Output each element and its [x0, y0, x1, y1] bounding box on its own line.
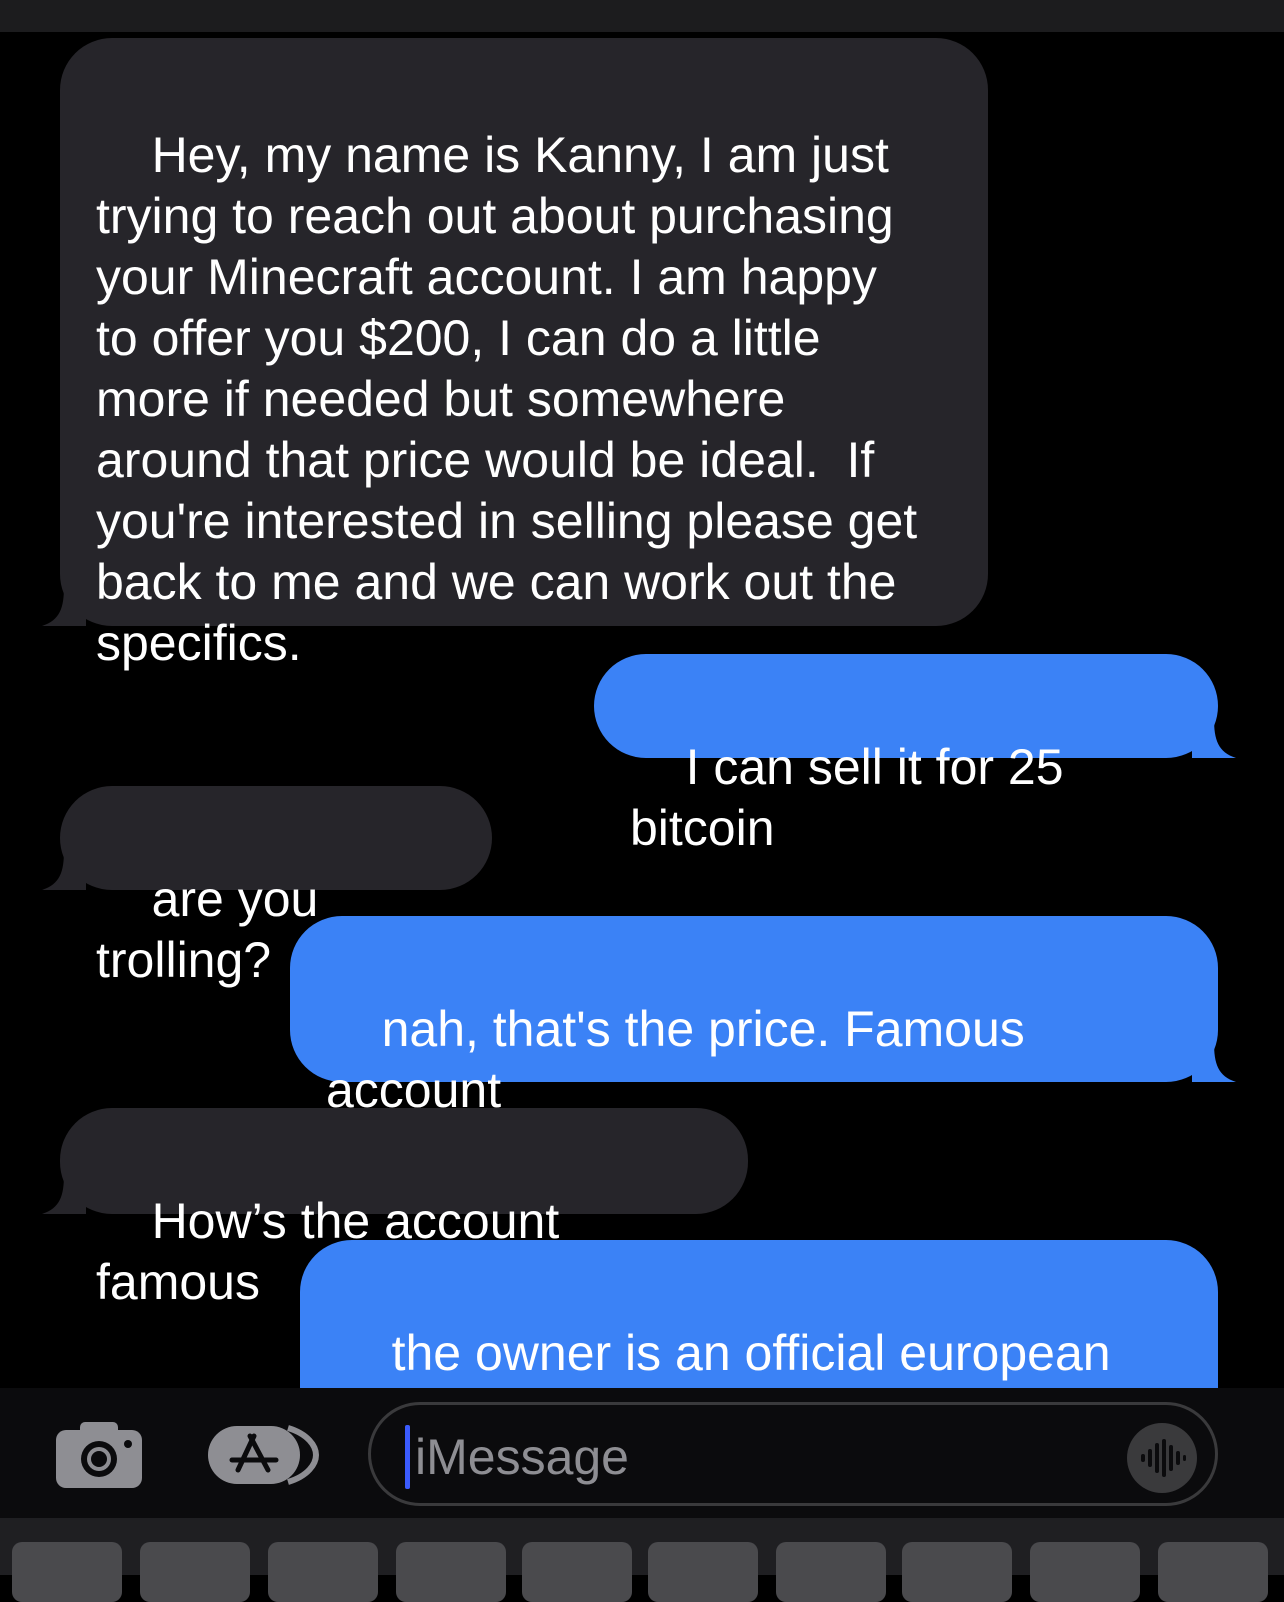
keyboard — [0, 1518, 1284, 1602]
bubble-tail — [42, 850, 86, 890]
message-text: Hey, my name is Kanny, I am just trying … — [96, 127, 918, 671]
bubble-tail — [1192, 1042, 1236, 1082]
audio-waveform-icon — [1141, 1439, 1186, 1477]
bubble-tail — [1192, 718, 1236, 758]
bubble-tail — [42, 586, 86, 626]
keyboard-key[interactable] — [140, 1542, 250, 1602]
camera-button[interactable] — [54, 1418, 144, 1490]
input-placeholder: iMessage — [415, 1429, 629, 1485]
keyboard-key[interactable] — [12, 1542, 122, 1602]
outgoing-message[interactable]: I can sell it for 25 bitcoin — [594, 654, 1218, 856]
outgoing-message[interactable]: nah, that's the price. Famous account wi… — [290, 916, 1218, 1179]
keyboard-key[interactable] — [776, 1542, 886, 1602]
incoming-message[interactable]: Hey, my name is Kanny, I am just trying … — [60, 38, 988, 671]
keyboard-key[interactable] — [648, 1542, 758, 1602]
keyboard-key[interactable] — [268, 1542, 378, 1602]
imessage-input[interactable]: iMessage — [368, 1402, 1218, 1506]
bubble-tail — [42, 1174, 86, 1214]
message-text: I can sell it for 25 bitcoin — [630, 739, 1078, 856]
keyboard-key[interactable] — [1158, 1542, 1268, 1602]
keyboard-key[interactable] — [1030, 1542, 1140, 1602]
keyboard-key[interactable] — [902, 1542, 1012, 1602]
camera-icon — [56, 1422, 142, 1488]
app-store-icon — [208, 1425, 320, 1485]
outgoing-message[interactable]: the owner is an official european pvp ch… — [300, 1240, 1218, 1388]
message-thread[interactable]: Hey, my name is Kanny, I am just trying … — [0, 32, 1284, 1388]
keyboard-key[interactable] — [522, 1542, 632, 1602]
app-store-button[interactable] — [206, 1424, 322, 1486]
audio-message-button[interactable] — [1127, 1423, 1197, 1493]
message-text: the owner is an official european pvp ch… — [336, 1325, 1111, 1388]
incoming-message[interactable]: How’s the account famous — [60, 1108, 748, 1310]
incoming-message[interactable]: are you trolling? — [60, 786, 492, 988]
top-bar — [0, 0, 1284, 32]
text-cursor — [405, 1425, 410, 1489]
message-composer: iMessage — [0, 1388, 1284, 1518]
keyboard-key[interactable] — [396, 1542, 506, 1602]
